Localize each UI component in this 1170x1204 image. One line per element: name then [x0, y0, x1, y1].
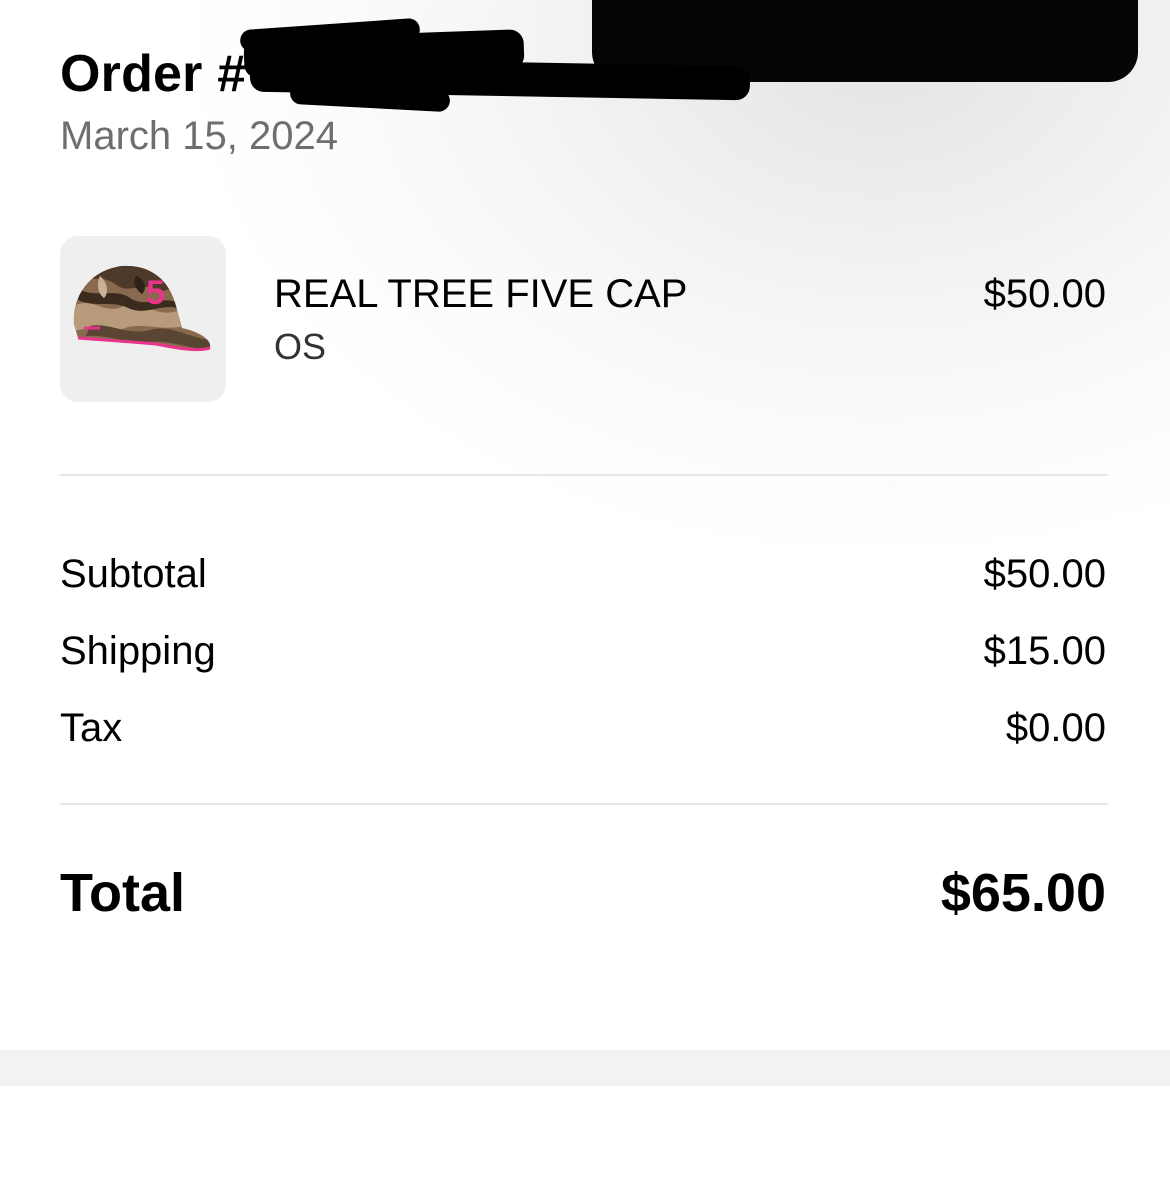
order-title: Order # — [60, 45, 247, 103]
item-variant: OS — [274, 326, 327, 367]
tax-label: Tax — [60, 706, 123, 750]
total-label: Total — [60, 863, 185, 923]
total-value: $65.00 — [940, 863, 1106, 923]
section-separator — [0, 1050, 1170, 1086]
subtotal-value: $50.00 — [983, 552, 1106, 596]
camo-cap-image: 5 — [73, 265, 211, 352]
shipping-value: $15.00 — [983, 629, 1106, 673]
shipping-label: Shipping — [60, 629, 216, 673]
product-thumbnail[interactable]: 5 — [60, 236, 226, 402]
subtotal-label: Subtotal — [60, 552, 207, 596]
item-name[interactable]: REAL TREE FIVE CAP — [274, 272, 687, 317]
tax-value: $0.00 — [1005, 706, 1106, 750]
divider — [60, 474, 1108, 476]
divider — [60, 803, 1108, 805]
cap-logo-five: 5 — [146, 274, 165, 312]
order-date: March 15, 2024 — [60, 114, 338, 158]
item-price: $50.00 — [983, 272, 1106, 316]
